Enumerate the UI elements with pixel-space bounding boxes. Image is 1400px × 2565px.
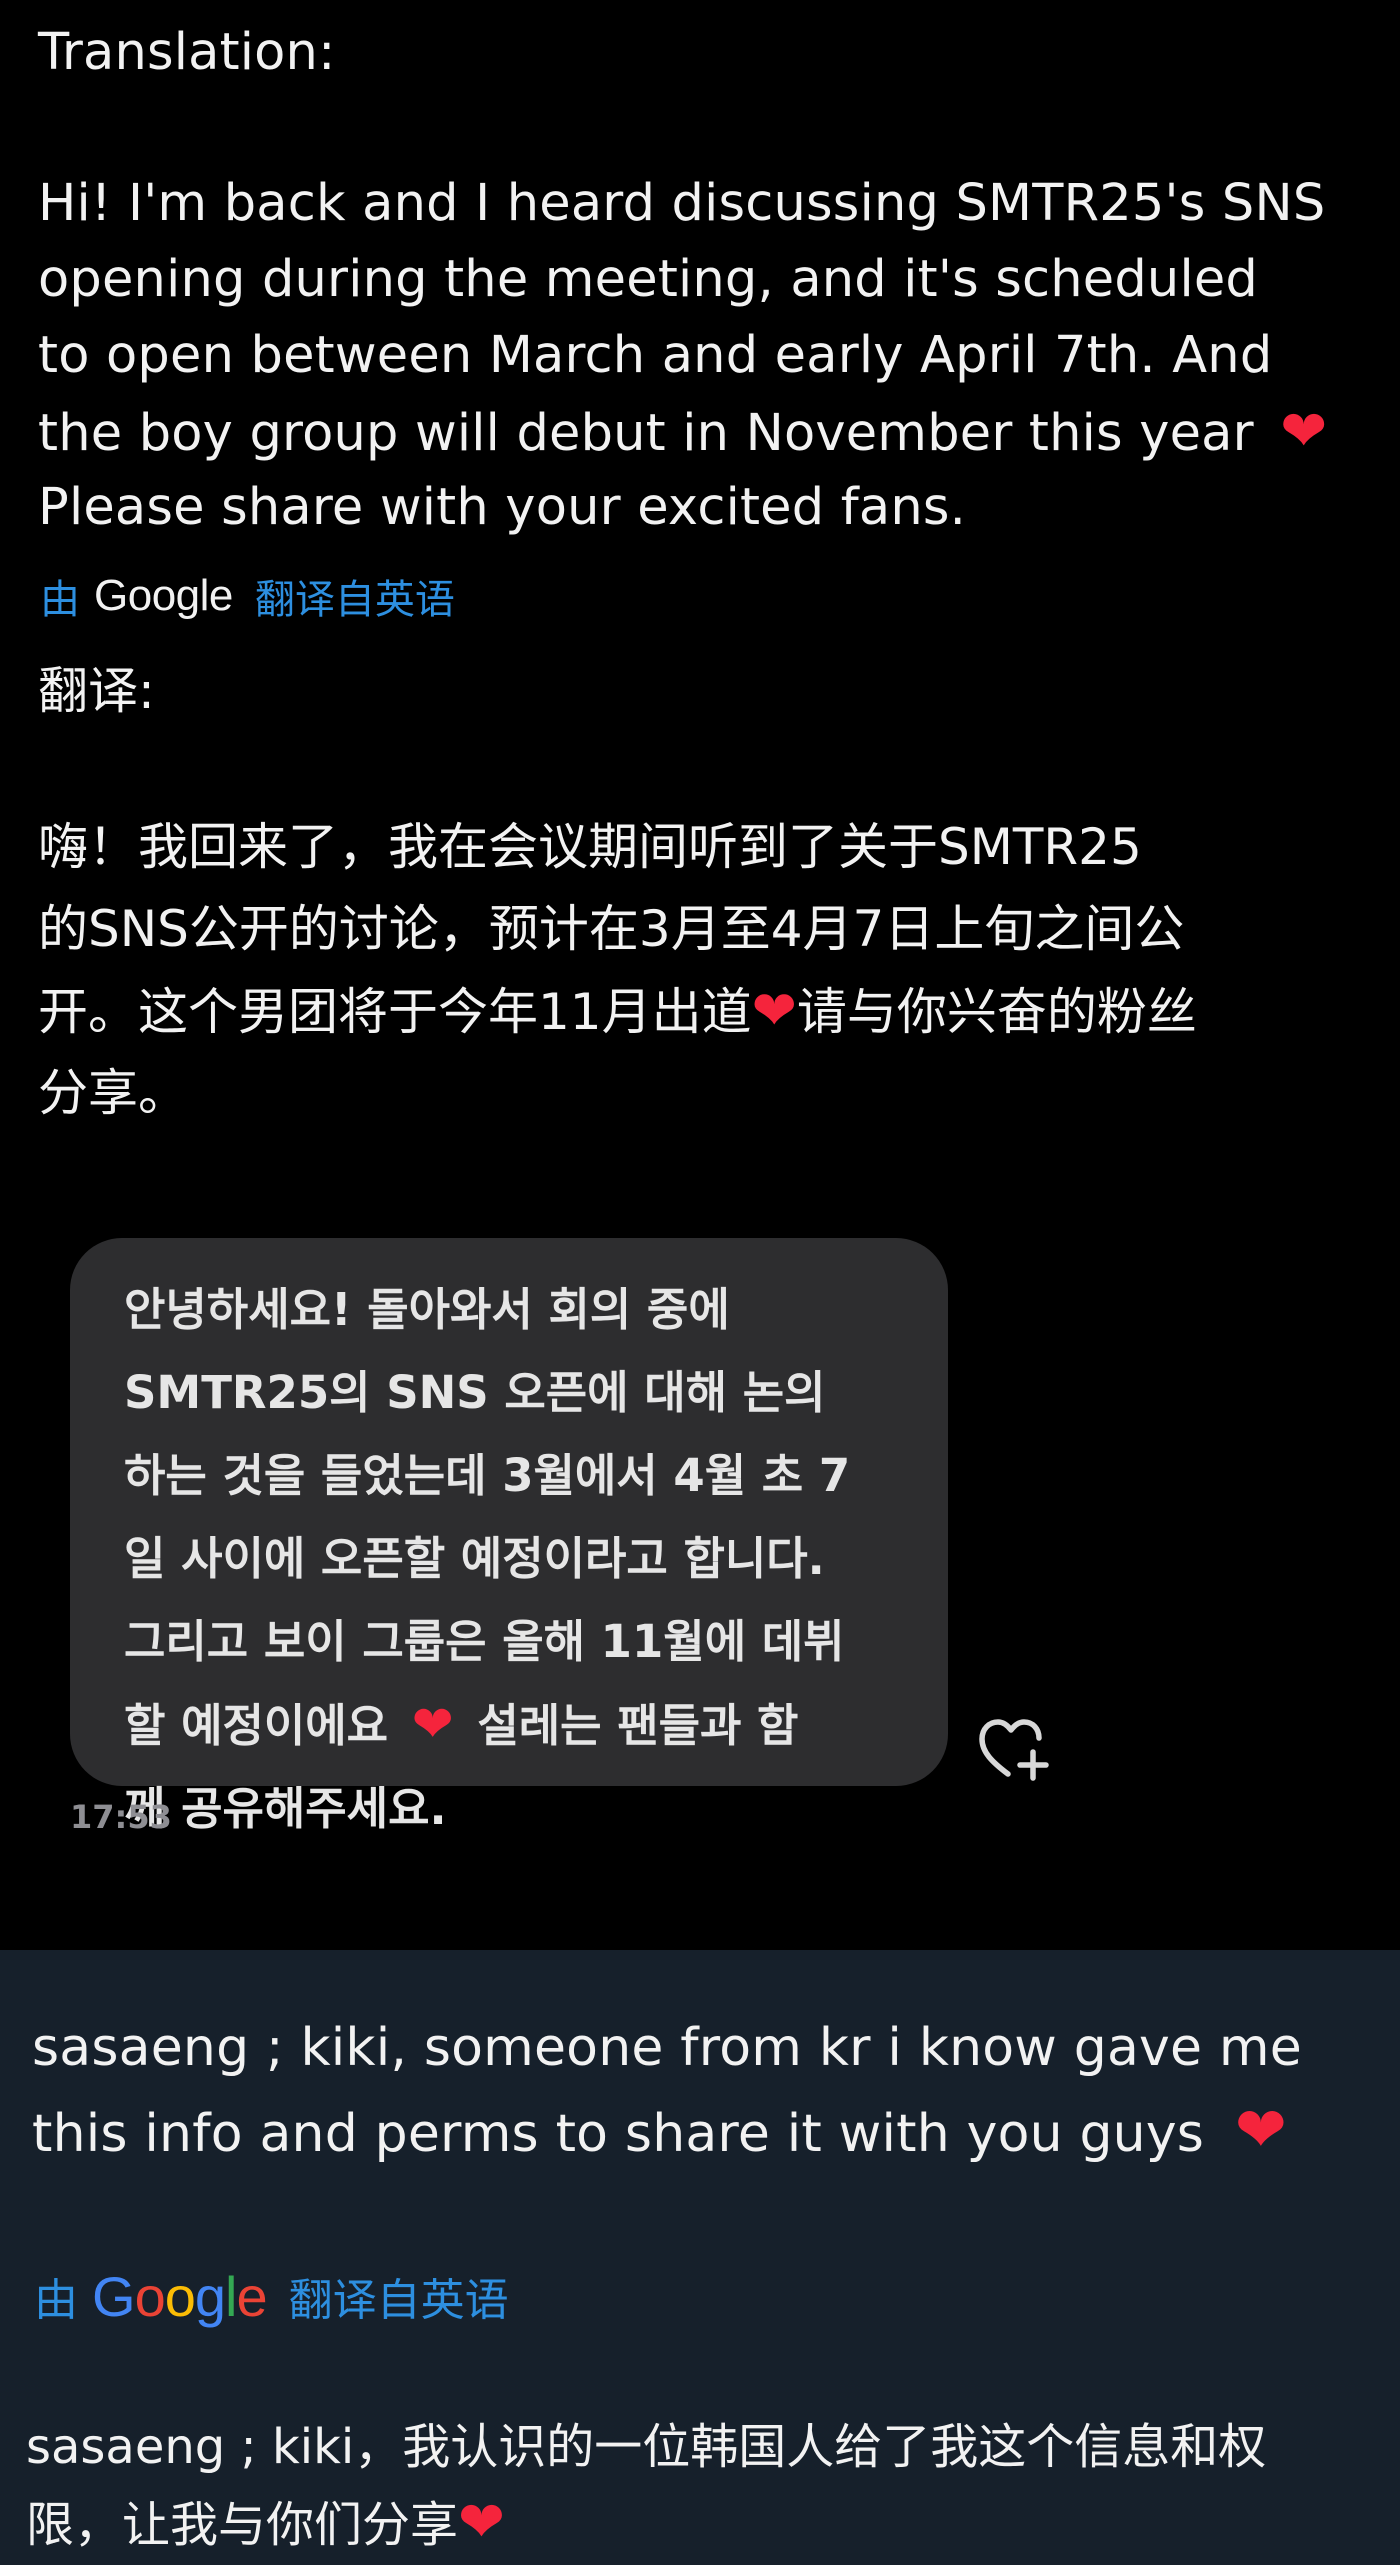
message-timestamp: 17:53 [70,1798,172,1836]
message-line: 그리고 보이 그룹은 올해 11월에 데뷔 [124,1615,845,1668]
reply-english-line-2: this info and perms to share it with you… [32,2089,1287,2175]
translated-from-english: 翻译自英语 [288,2275,509,2326]
translated-by-google-link[interactable]: 由 Google 翻译自英语 [40,566,455,626]
reply-section: sasaeng ; kiki, someone from kr i know g… [0,1950,1400,2565]
message-line: 할 예정이에요 ❤ 설레는 팬들과 함 [124,1683,924,1767]
post-section: Translation: Hi! I'm back and I heard di… [0,0,1400,1950]
reply-english-line-2-text: this info and perms to share it with you… [32,2104,1205,2164]
message-line: 안녕하세요! 돌아와서 회의 중에 [124,1283,730,1336]
message-line: 께 공유해주세요. [124,1782,447,1835]
english-line-3: to open between March and early April 7t… [38,326,1273,385]
translation-label: Translation: [38,23,336,82]
heart-emoji-icon: ❤ [411,1695,454,1753]
chinese-line-2: 的SNS公开的讨论，预计在3月至4月7日上旬之间公 [38,900,1185,958]
google-logo: Google [94,571,233,620]
translated-by-prefix: 由 [40,577,80,623]
english-line-2: opening during the meeting, and it's sch… [38,250,1258,309]
message-line: 하는 것을 들었는데 3월에서 4월 초 7 [124,1449,851,1502]
translated-from-english: 翻译自英语 [254,577,455,623]
heart-plus-icon[interactable] [978,1718,1054,1782]
chinese-line-3: 开。这个男团将于今年11月出道❤请与你兴奋的粉丝 [38,970,1197,1053]
chinese-line-1: 嗨！我回来了，我在会议期间听到了关于SMTR25 [38,818,1142,876]
message-line: SMTR25의 SNS 오픈에 대해 논의 [124,1366,826,1419]
message-line: 일 사이에 오픈할 예정이라고 합니다. [124,1532,825,1585]
google-letter: e [236,2264,267,2328]
translated-by-prefix: 由 [34,2275,78,2326]
reply-translated-by-google-link[interactable]: 由 Google 翻译自英语 [34,2260,509,2332]
message-line-text: 설레는 팬들과 함 [477,1699,799,1752]
google-letter: g [194,2264,226,2328]
google-letter: o [134,2264,166,2328]
reply-chinese-line-2-text: 限，让我与你们分享 [26,2497,459,2553]
heart-emoji-icon: ❤ [1280,399,1328,464]
heart-emoji-icon: ❤ [1234,2093,1287,2166]
google-letter: l [225,2264,237,2328]
reply-chinese-line-1: sasaeng ; kiki，我认识的一位韩国人给了我这个信息和权 [26,2419,1267,2475]
message-text: 안녕하세요! 돌아와서 회의 중에 SMTR25의 SNS 오픈에 대해 논의 … [124,1268,924,1850]
message-bubble[interactable]: 안녕하세요! 돌아와서 회의 중에 SMTR25의 SNS 오픈에 대해 논의 … [70,1238,948,1835]
heart-emoji-icon: ❤ [751,979,797,1042]
english-line-4-text: the boy group will debut in November thi… [38,404,1254,463]
chinese-translation-label: 翻译: [38,662,155,720]
english-line-1: Hi! I'm back and I heard discussing SMTR… [38,174,1326,233]
chinese-line-3-tail: 请与你兴奋的粉丝 [796,983,1197,1041]
heart-emoji-icon: ❤ [458,2490,505,2555]
english-line-4: the boy group will debut in November thi… [38,394,1327,472]
message-line-text: 할 예정이에요 [124,1699,389,1752]
google-logo: Google [92,2264,268,2329]
chinese-line-3-text: 开。这个男团将于今年11月出道 [38,983,752,1041]
chinese-line-4: 分享。 [38,1064,188,1122]
reply-english-line-1: sasaeng ; kiki, someone from kr i know g… [32,2018,1302,2078]
google-letter: o [164,2264,196,2328]
reply-chinese-line-2: 限，让我与你们分享❤ [26,2485,505,2563]
google-letter: G [92,2264,136,2328]
english-line-5: Please share with your excited fans. [38,478,967,537]
